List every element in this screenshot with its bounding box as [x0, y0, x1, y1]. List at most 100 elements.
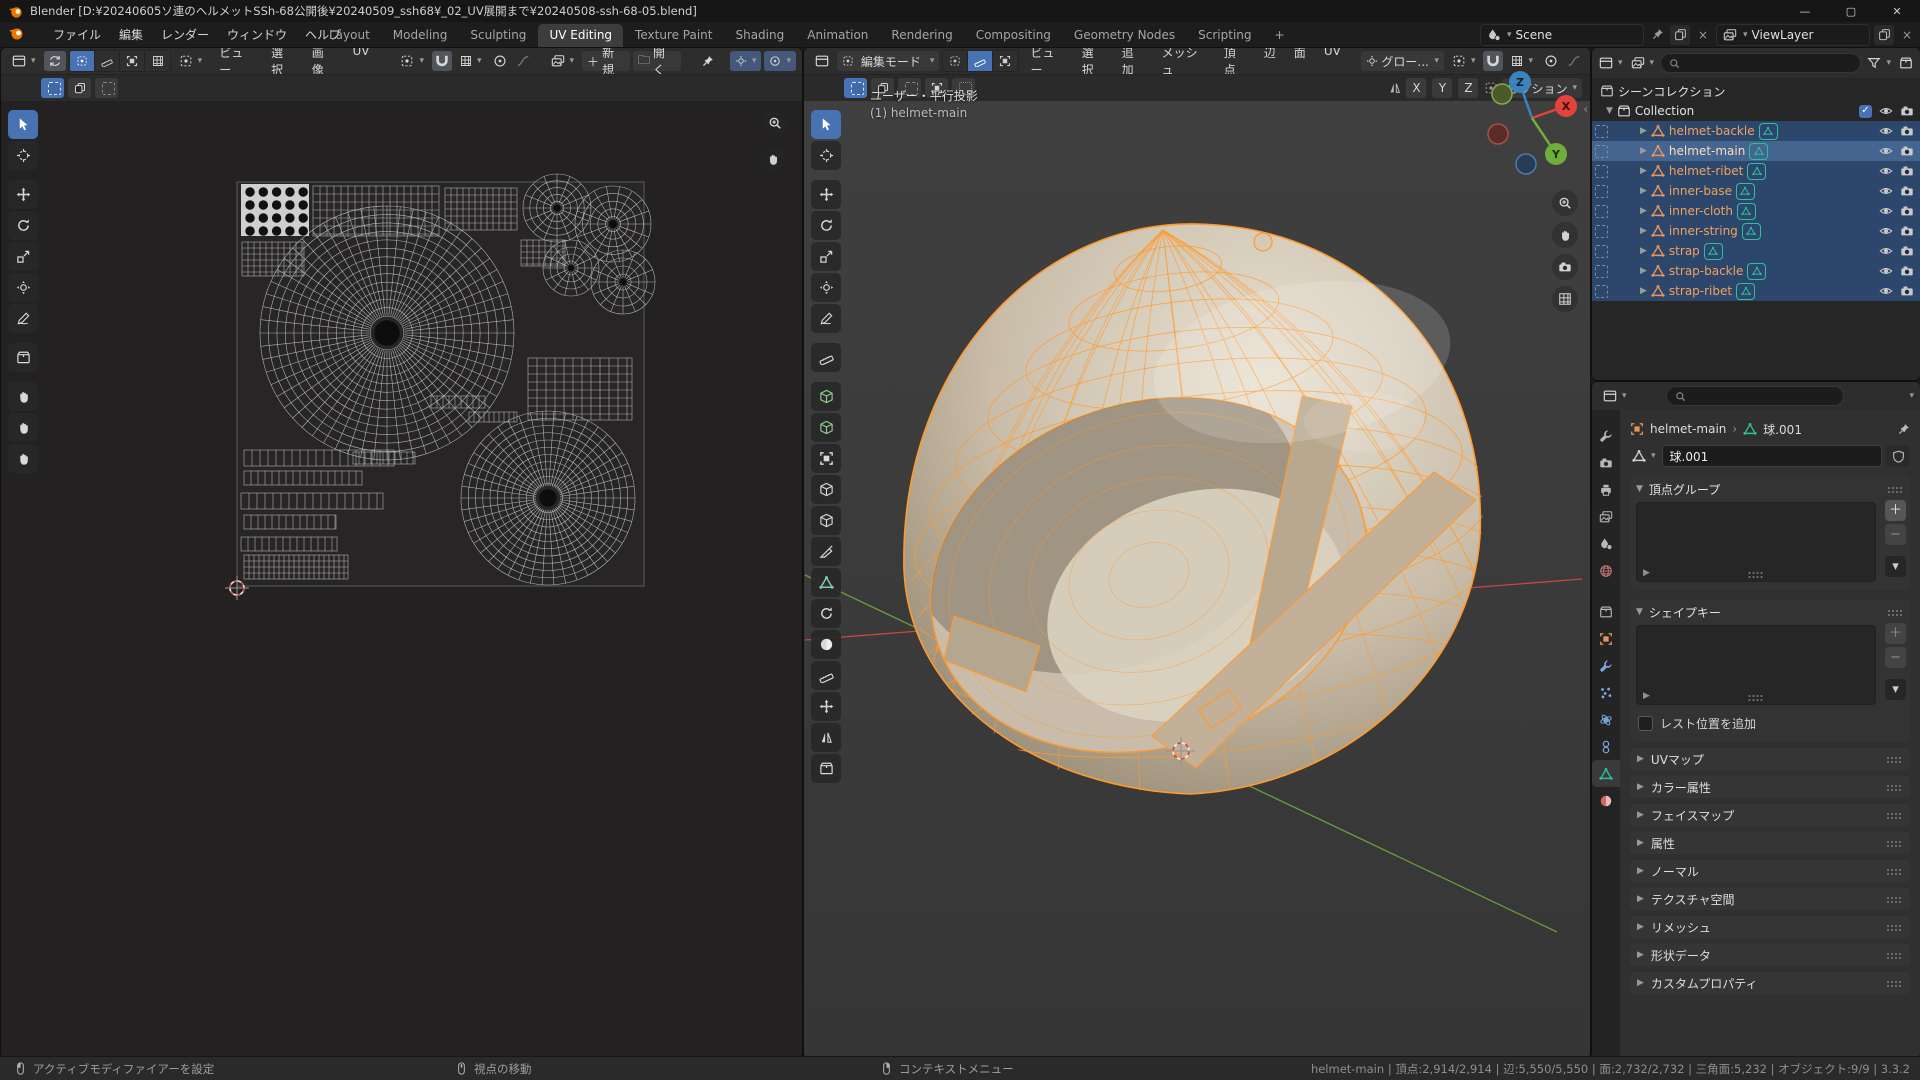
shape-key-specials-dropdown[interactable]: ▾	[1885, 679, 1906, 700]
collection-checkbox[interactable]: ✓	[1859, 105, 1872, 118]
uv-select-edge-button[interactable]	[95, 51, 120, 71]
uv-open-image-button[interactable]: 🗀 開く	[633, 51, 681, 71]
list-resize-grip[interactable]	[1748, 694, 1765, 701]
uv-zoom-button[interactable]	[762, 110, 788, 136]
tool-cursor-2d-button[interactable]	[8, 141, 38, 170]
vertex-select-button[interactable]	[943, 51, 968, 71]
main-menu-item-1[interactable]: 編集	[110, 23, 152, 46]
main-menu-item-3[interactable]: ウィンドウ	[218, 23, 296, 46]
workspace-tab-sculpting[interactable]: Sculpting	[459, 24, 537, 47]
object-name[interactable]: helmet-backle	[1669, 124, 1755, 138]
disable-in-renders-icon[interactable]	[1900, 244, 1914, 258]
tool-add-cube-button[interactable]	[811, 382, 841, 411]
panel-grip[interactable]	[1886, 784, 1903, 791]
panel-grip[interactable]	[1886, 840, 1903, 847]
workspace-tab-uv-editing[interactable]: UV Editing	[538, 24, 623, 47]
panel-grip[interactable]	[1886, 896, 1903, 903]
uv-pin-button[interactable]	[696, 51, 719, 71]
mode-dropdown[interactable]: 編集モード▾	[837, 51, 939, 71]
add-shape-key-button[interactable]: ＋	[1885, 623, 1906, 644]
object-name[interactable]: inner-base	[1669, 184, 1732, 198]
uv-select-island-button[interactable]	[145, 51, 169, 71]
properties-tab-collection[interactable]	[1592, 598, 1620, 625]
tool-grab-button[interactable]	[8, 382, 38, 411]
tool-extrude-region-button[interactable]	[811, 413, 841, 442]
disclosure-triangle-icon[interactable]: ▶	[1640, 146, 1647, 156]
properties-tab-output[interactable]	[1592, 476, 1620, 503]
outliner-object-row-helmet-main[interactable]: ▶ helmet-main	[1592, 141, 1920, 161]
rest-position-checkbox[interactable]: ✓	[1638, 716, 1653, 731]
panel-grip[interactable]	[1886, 924, 1903, 931]
workspace-tab-rendering[interactable]: Rendering	[880, 24, 963, 47]
hide-in-viewport-icon[interactable]	[1879, 124, 1893, 138]
tool-knife-button[interactable]	[811, 537, 841, 566]
navigation-gizmo[interactable]: Z X Y	[1484, 56, 1580, 178]
tool-relax-button[interactable]	[8, 413, 38, 442]
workspace-tab-layout[interactable]: Layout	[318, 24, 381, 47]
viewport-zoom-button[interactable]	[1552, 190, 1578, 216]
tool-move-button[interactable]	[8, 180, 38, 209]
tool-rotate-button[interactable]	[8, 211, 38, 240]
breadcrumb-data[interactable]: 球.001	[1763, 421, 1802, 438]
fake-user-shield-button[interactable]	[1886, 446, 1910, 466]
uv-gizmos-toggle[interactable]: ▾	[730, 51, 762, 71]
add-vertex-group-button[interactable]: ＋	[1885, 500, 1906, 521]
edit-mode-icon[interactable]	[1595, 185, 1608, 198]
tool-select-box-button[interactable]	[811, 110, 841, 139]
properties-tab-tool[interactable]	[1592, 422, 1620, 449]
vertex-group-specials-dropdown[interactable]: ▾	[1885, 556, 1906, 577]
disclosure-triangle-icon[interactable]: ▶	[1640, 226, 1647, 236]
scene-collection-row[interactable]: シーンコレクション	[1592, 81, 1920, 101]
panel-grip[interactable]	[1886, 980, 1903, 987]
delete-scene-button[interactable]: ×	[1694, 25, 1712, 45]
tool-transform-button[interactable]	[811, 273, 841, 302]
properties-tab-render[interactable]	[1592, 449, 1620, 476]
disclosure-triangle-icon[interactable]: ▶	[1640, 126, 1647, 136]
new-collection-button[interactable]	[1897, 53, 1915, 73]
uv-editor-type-button[interactable]: ▾	[7, 51, 41, 71]
collapsed-panel-item[interactable]: ▶ 属性	[1630, 832, 1910, 854]
uv-sticky-selection-dropdown[interactable]: ▾	[174, 51, 208, 71]
uv-select-mode-new-button[interactable]	[41, 78, 64, 98]
outliner-object-row-inner-string[interactable]: ▶ inner-string	[1592, 221, 1920, 241]
disable-in-renders-icon[interactable]	[1900, 284, 1914, 298]
uv-pan-button[interactable]	[760, 146, 786, 172]
outliner-scene-dropdown[interactable]: ▾	[1629, 53, 1657, 73]
workspace-tab-texture-paint[interactable]: Texture Paint	[624, 24, 723, 47]
edit-mode-icon[interactable]	[1595, 125, 1608, 138]
object-name[interactable]: strap-ribet	[1669, 284, 1732, 298]
collapsed-panel-item[interactable]: ▶ カスタムプロパティ	[1630, 972, 1910, 994]
object-name[interactable]: strap	[1669, 244, 1700, 258]
main-menu-item-0[interactable]: ファイル	[44, 23, 110, 46]
uv-select-face-button[interactable]	[120, 51, 145, 71]
edge-select-button[interactable]	[968, 51, 993, 71]
uv-snap-target-dropdown[interactable]: ▾	[455, 51, 487, 71]
hide-in-viewport-icon[interactable]	[1879, 244, 1893, 258]
shape-keys-list[interactable]: ▶	[1636, 625, 1876, 705]
viewport-pan-button[interactable]	[1552, 222, 1578, 248]
pin-id-button[interactable]	[1897, 423, 1910, 436]
face-select-button[interactable]	[993, 51, 1017, 71]
edit-mode-icon[interactable]	[1595, 265, 1608, 278]
main-menu-item-2[interactable]: レンダー	[152, 23, 218, 46]
properties-tab-object[interactable]	[1592, 625, 1620, 652]
workspace-tab-scripting[interactable]: Scripting	[1187, 24, 1262, 47]
collapsed-panel-item[interactable]: ▶ ノーマル	[1630, 860, 1910, 882]
close-button[interactable]: ✕	[1874, 0, 1920, 22]
mirror-icon[interactable]	[1388, 81, 1402, 95]
object-name[interactable]: strap-backle	[1669, 264, 1743, 278]
panel-grip[interactable]	[1886, 756, 1903, 763]
hide-in-viewport-icon[interactable]	[1879, 184, 1893, 198]
object-name[interactable]: helmet-ribet	[1669, 164, 1743, 178]
maximize-button[interactable]: ▢	[1828, 0, 1874, 22]
minimize-button[interactable]: —	[1782, 0, 1828, 22]
uv-sync-selection-toggle[interactable]	[44, 51, 66, 71]
viewlayer-selector[interactable]: ▾ ViewLayer	[1716, 24, 1870, 46]
panel-grip[interactable]	[1887, 486, 1904, 493]
properties-tab-physics[interactable]	[1592, 706, 1620, 733]
tool-smooth-button[interactable]	[811, 630, 841, 659]
viewport-pivot-dropdown[interactable]: ▾	[1447, 51, 1481, 71]
hide-in-viewport-icon[interactable]	[1879, 204, 1893, 218]
disable-in-renders-icon[interactable]	[1900, 124, 1914, 138]
properties-options-dropdown[interactable]: ▾	[1909, 391, 1914, 401]
